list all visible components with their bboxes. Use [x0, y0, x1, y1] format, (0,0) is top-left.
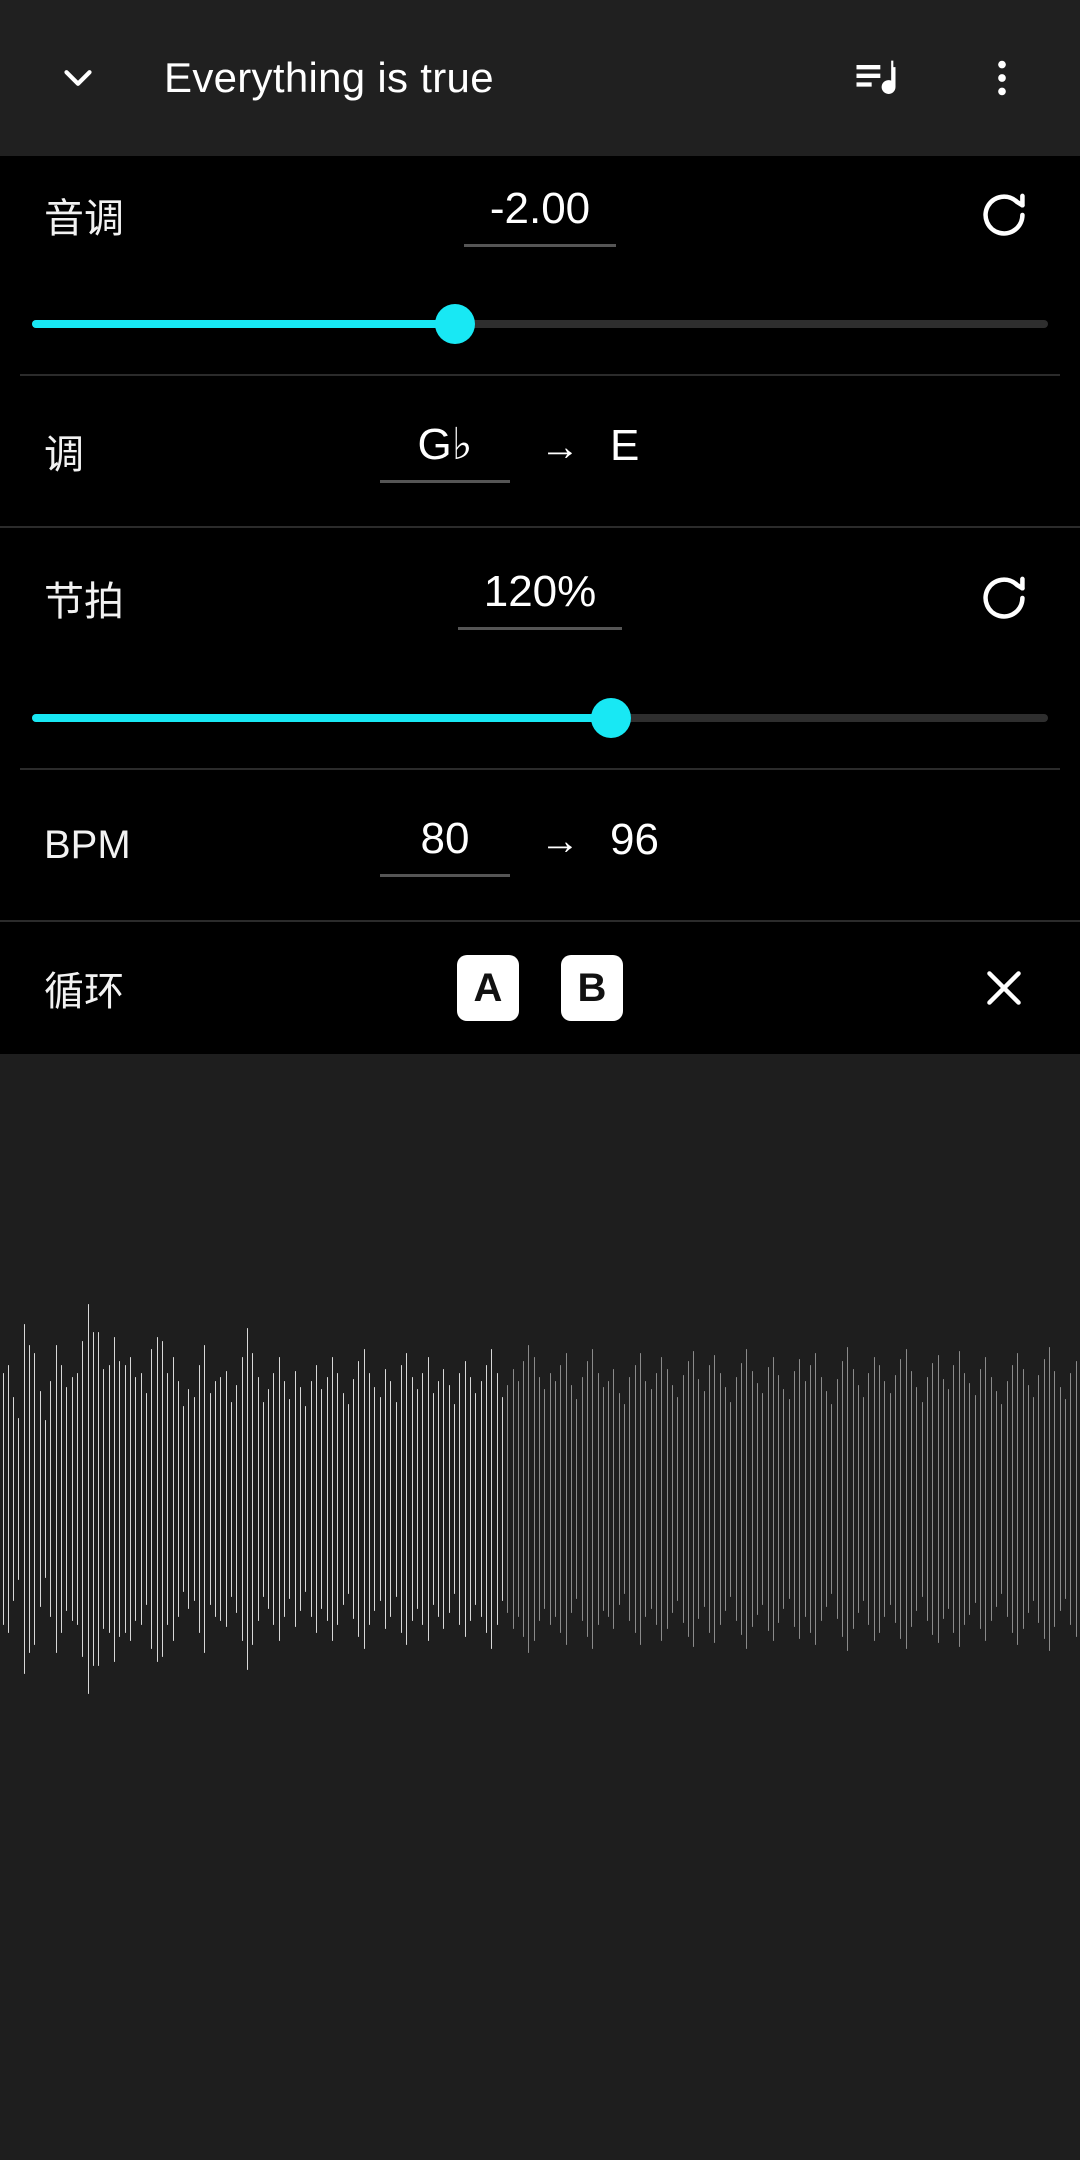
- more-vertical-icon[interactable]: [960, 36, 1044, 120]
- bpm-value-field[interactable]: 80: [380, 814, 510, 877]
- seek-bar-row: 3:11 4:17: [0, 2118, 1080, 2160]
- tempo-slider-row: [0, 668, 1080, 768]
- loop-a-button[interactable]: A: [457, 955, 519, 1021]
- close-icon[interactable]: [964, 948, 1044, 1028]
- tempo-reset-icon[interactable]: [964, 558, 1044, 638]
- pitch-slider-fill: [32, 320, 455, 328]
- tempo-slider-fill: [32, 714, 612, 722]
- waveform-display[interactable]: [0, 1304, 1080, 1694]
- bpm-row: BPM 80 → 96: [0, 770, 1080, 920]
- tempo-value-field[interactable]: 120%: [457, 567, 623, 630]
- pitch-slider-row: [0, 274, 1080, 374]
- pitch-label: 音调: [44, 197, 124, 241]
- waveform-panel: [0, 1054, 1080, 2118]
- player-screen: Everything is true 音调 -2.00 调 G♭ → E 节拍 …: [0, 0, 1080, 2160]
- tempo-slider[interactable]: [32, 688, 1048, 748]
- tempo-label: 节拍: [44, 580, 124, 624]
- pitch-value-field[interactable]: -2.00: [463, 184, 617, 247]
- top-app-bar: Everything is true: [0, 0, 1080, 156]
- bpm-target-value: 96: [610, 815, 659, 864]
- key-section: 调 G♭ → E: [0, 376, 1080, 528]
- tempo-section: 节拍 120%: [0, 528, 1080, 770]
- pitch-reset-icon[interactable]: [964, 175, 1044, 255]
- bpm-arrow-icon: →: [540, 818, 580, 863]
- key-arrow-icon: →: [540, 424, 580, 469]
- playlist-music-icon[interactable]: [834, 36, 918, 120]
- loop-b-button[interactable]: B: [561, 955, 623, 1021]
- loop-label: 循环: [44, 970, 124, 1014]
- key-label: 调: [44, 433, 84, 477]
- tempo-row: 节拍 120%: [0, 528, 1080, 668]
- bpm-label: BPM: [44, 822, 131, 867]
- chevron-down-icon[interactable]: [36, 36, 120, 120]
- track-title: Everything is true: [164, 54, 494, 101]
- key-target-value: E: [610, 421, 640, 470]
- pitch-slider-thumb[interactable]: [434, 304, 475, 344]
- bpm-section: BPM 80 → 96: [0, 770, 1080, 922]
- pitch-row: 音调 -2.00: [0, 156, 1080, 274]
- key-value-field[interactable]: G♭: [380, 419, 510, 483]
- seek-slider[interactable]: [164, 2153, 916, 2160]
- pitch-section: 音调 -2.00: [0, 156, 1080, 376]
- loop-section: 循环 A B: [0, 922, 1080, 1054]
- tempo-slider-thumb[interactable]: [591, 698, 632, 738]
- pitch-slider[interactable]: [32, 294, 1048, 354]
- key-row: 调 G♭ → E: [0, 376, 1080, 526]
